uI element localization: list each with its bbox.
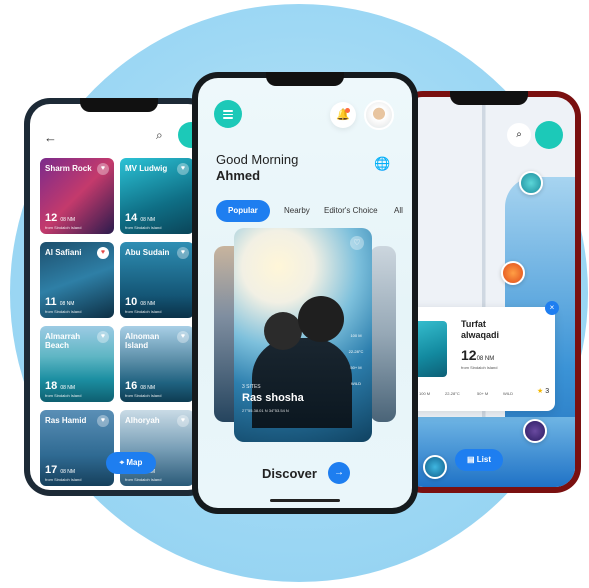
card-stack-back[interactable] [370,246,396,422]
map-pin[interactable] [501,261,525,285]
site-distance: 17 08 NM [45,464,76,476]
center-phone-screen: 🔔 Good Morning Ahmed 🌐 Popular Nearby Ed… [198,78,412,508]
heart-icon[interactable]: ♡ [350,236,364,250]
tab-popular[interactable]: Popular [216,200,270,222]
site-card[interactable]: Alnoman Island ♥ 16 08 NM from Sindaloh … [120,326,194,402]
site-name: Abu Sudain [125,248,170,257]
right-phone-screen: ⌕ Turfat alwaqadi 1208 NM from Sindaloh … [403,97,575,487]
tab-all[interactable]: All [394,200,403,222]
diver-mask [298,296,344,342]
search-icon[interactable]: ⌕ [507,123,531,147]
divers-image [252,338,352,428]
heart-icon[interactable]: ♥ [177,415,189,427]
map-pin[interactable] [519,171,543,195]
user-name: Ahmed [216,168,261,183]
site-stats: 100 M 22-28°C 50+ M WILD [346,328,366,392]
menu-button[interactable] [214,100,242,128]
sites-count: 3 SITES [242,384,261,390]
site-name: Al Safiani [45,248,82,257]
heart-icon[interactable]: ♥ [97,247,109,259]
bell-icon[interactable]: 🔔 [330,102,356,128]
depth-stat: 100 M [350,333,362,338]
site-card[interactable]: Almarrah Beach ♥ 18 08 NM from Sindaloh … [40,326,114,402]
temperature-stat: 22-28°C [348,349,364,354]
filter-button[interactable] [535,121,563,149]
heart-icon[interactable]: ♥ [177,163,189,175]
left-phone-screen: ← ⌕ Sharm Rock ♥ 12 08 NM from Sindaloh … [30,104,208,490]
current-stat: WILD [503,391,513,396]
site-from: from Sindaloh Island [125,393,162,398]
visibility-stat: 50+ M [477,391,489,396]
site-name: Alnoman Island [125,332,160,350]
site-coordinates: 27°55.38.01 N 34°53.54 N [242,408,289,413]
site-stats: 100 M 22-28°C 50+ M WILD ★ 3 [419,383,553,403]
avatar[interactable] [364,100,394,130]
visibility-stat: 50+ M [350,365,362,370]
site-distance: 1208 NM [461,347,495,363]
site-distance: 10 08 NM [125,296,156,308]
left-phone: ← ⌕ Sharm Rock ♥ 12 08 NM from Sindaloh … [24,98,214,496]
current-stat: WILD [351,381,361,386]
center-phone: 🔔 Good Morning Ahmed 🌐 Popular Nearby Ed… [192,72,418,514]
star-icon: ★ [537,388,544,395]
map-button[interactable]: ⌖ Map [106,452,156,474]
site-distance: 18 08 NM [45,380,76,392]
heart-icon[interactable]: ♥ [97,163,109,175]
site-name: Ras Hamid [45,416,87,425]
featured-site-card[interactable]: ♡ 100 M 22-28°C 50+ M WILD 3 SITES Ras s… [234,228,372,442]
site-from: from Sindaloh Island [45,393,82,398]
globe-icon[interactable]: 🌐 [374,156,390,172]
site-card[interactable]: Abu Sudain ♥ 10 08 NM from Sindaloh Isla… [120,242,194,318]
site-from: from Sindaloh Island [45,309,82,314]
heart-icon[interactable]: ♥ [177,331,189,343]
site-name: Almarrah Beach [45,332,81,350]
site-card[interactable]: MV Ludwig ♥ 14 08 NM from Sindaloh Islan… [120,158,194,234]
diver-mask [264,312,302,350]
site-from: from Sindaloh Island [45,225,82,230]
map-pin[interactable] [523,419,547,443]
site-name: Sharm Rock [45,164,92,173]
site-name: Turfat alwaqadi [461,319,500,340]
greeting: Good Morning [216,152,299,167]
discover-arrow-button[interactable]: → [328,462,350,484]
site-name: Ras shosha [242,392,304,404]
discover-label: Discover [262,466,317,481]
right-phone: ⌕ Turfat alwaqadi 1208 NM from Sindaloh … [397,91,581,493]
site-card[interactable]: Sharm Rock ♥ 12 08 NM from Sindaloh Isla… [40,158,114,234]
site-card[interactable]: Alhoryah ♥ 08 08 NM from Sindaloh Island [120,410,194,486]
depth-stat: 100 M [419,391,431,396]
temperature-stat: 22-28°C [445,391,460,396]
site-from: from Sindaloh Island [125,225,162,230]
list-button[interactable]: ▤ List [455,449,503,471]
site-distance: 16 08 NM [125,380,156,392]
heart-icon[interactable]: ♥ [97,415,109,427]
site-name: Alhoryah [125,416,160,425]
site-distance: 12 08 NM [45,212,76,224]
tab-nearby[interactable]: Nearby [284,200,310,222]
site-card[interactable]: Al Safiani ♥ 11 08 NM from Sindaloh Isla… [40,242,114,318]
site-from: from Sindaloh Island [45,477,82,482]
back-arrow-icon[interactable]: ← [44,130,57,145]
site-distance: 14 08 NM [125,212,156,224]
tab-editors-choice[interactable]: Editor's Choice [324,200,378,222]
category-tabs: Popular Nearby Editor's Choice All [216,200,412,222]
site-from: from Sindaloh Island [461,365,498,370]
notch [266,72,344,86]
heart-icon[interactable]: ♥ [177,247,189,259]
site-card[interactable]: Ras Hamid ♥ 17 08 NM from Sindaloh Islan… [40,410,114,486]
site-from: from Sindaloh Island [125,477,162,482]
notch [80,98,158,112]
site-name: MV Ludwig [125,164,168,173]
rating: ★ 3 [537,388,550,395]
home-indicator [270,499,340,502]
map-pin[interactable] [423,455,447,479]
close-icon[interactable]: × [545,301,559,315]
notch [450,91,528,105]
site-distance: 11 08 NM [45,296,75,308]
heart-icon[interactable]: ♥ [97,331,109,343]
search-icon[interactable]: ⌕ [156,128,163,143]
site-from: from Sindaloh Island [125,309,162,314]
site-detail-card[interactable]: Turfat alwaqadi 1208 NM from Sindaloh Is… [405,301,559,411]
